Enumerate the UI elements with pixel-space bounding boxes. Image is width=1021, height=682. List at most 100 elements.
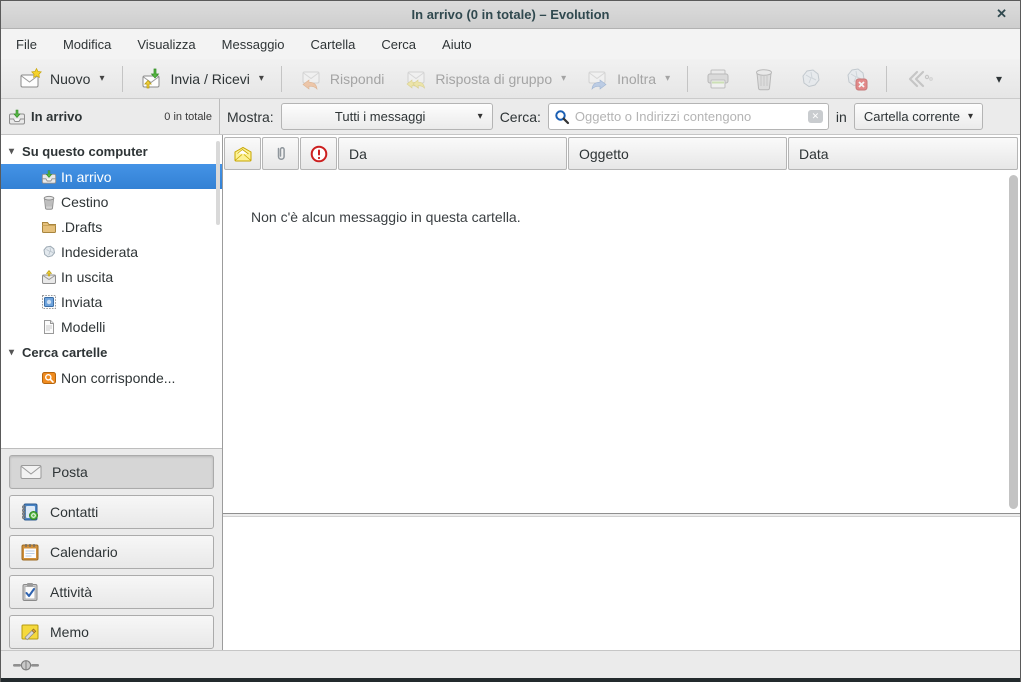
switcher-contacts-button[interactable]: Contatti bbox=[9, 495, 214, 529]
delete-button[interactable] bbox=[743, 62, 785, 96]
memo-icon bbox=[20, 622, 40, 642]
mail-icon bbox=[20, 464, 42, 480]
print-button[interactable] bbox=[697, 62, 739, 96]
previous-message-button[interactable] bbox=[896, 63, 942, 95]
message-list-scrollbar[interactable] bbox=[1009, 175, 1018, 509]
column-date[interactable]: Data bbox=[788, 137, 1018, 170]
toolbar-separator bbox=[886, 66, 887, 92]
contacts-icon bbox=[20, 502, 40, 522]
column-status[interactable] bbox=[224, 137, 261, 170]
empty-folder-message: Non c'è alcun messaggio in questa cartel… bbox=[251, 209, 1020, 225]
sidebar-item-label: In uscita bbox=[61, 269, 113, 285]
menu-cerca[interactable]: Cerca bbox=[368, 32, 429, 57]
sidebar: ▾ Su questo computer In arrivo Cestino .… bbox=[1, 135, 223, 650]
reply-label: Rispondi bbox=[330, 71, 384, 87]
sidebar-item-cestino[interactable]: Cestino bbox=[1, 189, 222, 214]
online-status-icon[interactable] bbox=[13, 658, 39, 672]
group-reply-label: Risposta di gruppo bbox=[435, 71, 552, 87]
not-junk-button[interactable] bbox=[835, 62, 877, 96]
sidebar-item-label: In arrivo bbox=[61, 169, 112, 185]
titlebar: In arrivo (0 in totale) – Evolution ✕ bbox=[1, 1, 1020, 29]
column-subject[interactable]: Oggetto bbox=[568, 137, 787, 170]
new-button[interactable]: Nuovo ▾ bbox=[9, 62, 115, 96]
sidebar-item-modelli[interactable]: Modelli bbox=[1, 314, 222, 339]
reply-button[interactable]: Rispondi bbox=[289, 62, 394, 96]
tree-group-this-computer[interactable]: ▾ Su questo computer bbox=[1, 138, 222, 164]
show-filter-combo[interactable]: Tutti i messaggi ▾ bbox=[281, 103, 493, 130]
sidebar-item-inviata[interactable]: Inviata bbox=[1, 289, 222, 314]
forward-label: Inoltra bbox=[617, 71, 656, 87]
search-input[interactable] bbox=[575, 109, 803, 124]
current-folder-indicator: In arrivo 0 in totale bbox=[1, 99, 220, 134]
folder-total-count: 0 in totale bbox=[164, 111, 212, 123]
tasks-icon bbox=[20, 582, 40, 602]
junk-button[interactable] bbox=[789, 62, 831, 96]
sidebar-item-non-corrisponde[interactable]: Non corrisponde... bbox=[1, 365, 222, 390]
menu-aiuto[interactable]: Aiuto bbox=[429, 32, 485, 57]
not-junk-icon bbox=[843, 66, 869, 92]
expander-icon[interactable]: ▾ bbox=[9, 146, 14, 157]
forward-button[interactable]: Inoltra ▾ bbox=[576, 62, 680, 96]
junk-icon bbox=[797, 66, 823, 92]
sidebar-item-in-uscita[interactable]: In uscita bbox=[1, 264, 222, 289]
column-from[interactable]: Da bbox=[338, 137, 567, 170]
switcher-tasks-button[interactable]: Attività bbox=[9, 575, 214, 609]
show-label: Mostra: bbox=[227, 109, 274, 125]
new-button-label: Nuovo bbox=[50, 71, 90, 87]
chevron-down-icon: ▾ bbox=[968, 111, 973, 122]
menu-modifica[interactable]: Modifica bbox=[50, 32, 124, 57]
menu-cartella[interactable]: Cartella bbox=[298, 32, 369, 57]
forward-dropdown-icon[interactable]: ▾ bbox=[665, 73, 670, 84]
window-title: In arrivo (0 in totale) – Evolution bbox=[412, 7, 610, 22]
search-scope-combo[interactable]: Cartella corrente ▾ bbox=[854, 103, 983, 130]
outbox-icon bbox=[41, 269, 57, 285]
send-receive-label: Invia / Ricevi bbox=[171, 71, 250, 87]
expander-icon[interactable]: ▾ bbox=[9, 347, 14, 358]
close-icon[interactable]: ✕ bbox=[996, 7, 1007, 20]
tree-group-search-folders[interactable]: ▾ Cerca cartelle bbox=[1, 339, 222, 365]
preview-pane bbox=[223, 517, 1020, 650]
switcher-memos-button[interactable]: Memo bbox=[9, 615, 214, 649]
toolbar-separator bbox=[687, 66, 688, 92]
sidebar-item-in-arrivo[interactable]: In arrivo bbox=[1, 164, 222, 189]
toolbar: Nuovo ▾ Invia / Ricevi ▾ Rispondi Rispos… bbox=[1, 59, 1020, 99]
sidebar-item-indesiderata[interactable]: Indesiderata bbox=[1, 239, 222, 264]
menu-file[interactable]: File bbox=[3, 32, 50, 57]
search-entry: ✕ bbox=[548, 103, 829, 130]
switcher-label: Attività bbox=[50, 584, 92, 600]
column-priority[interactable] bbox=[300, 137, 337, 170]
clear-search-icon[interactable]: ✕ bbox=[808, 110, 823, 123]
group-reply-button[interactable]: Risposta di gruppo ▾ bbox=[394, 62, 576, 96]
menu-visualizza[interactable]: Visualizza bbox=[124, 32, 208, 57]
send-receive-button[interactable]: Invia / Ricevi ▾ bbox=[130, 62, 274, 96]
scrollbar-thumb[interactable] bbox=[1009, 175, 1018, 509]
chevron-down-icon: ▾ bbox=[478, 111, 483, 122]
send-receive-dropdown-icon[interactable]: ▾ bbox=[259, 73, 264, 84]
switcher-label: Memo bbox=[50, 624, 89, 640]
column-attachment[interactable] bbox=[262, 137, 299, 170]
sidebar-item-drafts[interactable]: .Drafts bbox=[1, 214, 222, 239]
search-label: Cerca: bbox=[500, 109, 541, 125]
switcher-calendar-button[interactable]: Calendario bbox=[9, 535, 214, 569]
filter-bar: In arrivo 0 in totale Mostra: Tutti i me… bbox=[1, 99, 1020, 135]
search-folder-icon bbox=[41, 370, 57, 386]
switcher-mail-button[interactable]: Posta bbox=[9, 455, 214, 489]
evolution-window: In arrivo (0 in totale) – Evolution ✕ Fi… bbox=[0, 0, 1021, 682]
switcher-label: Posta bbox=[52, 464, 88, 480]
sidebar-item-label: Non corrisponde... bbox=[61, 370, 175, 386]
send-receive-icon bbox=[140, 67, 164, 91]
menu-messaggio[interactable]: Messaggio bbox=[209, 32, 298, 57]
folder-icon bbox=[41, 219, 57, 235]
window-body: ▾ Su questo computer In arrivo Cestino .… bbox=[1, 135, 1020, 650]
folder-tree: ▾ Su questo computer In arrivo Cestino .… bbox=[1, 135, 222, 448]
toolbar-overflow-icon[interactable]: ▾ bbox=[986, 72, 1012, 86]
message-status-icon bbox=[233, 146, 253, 162]
sidebar-scrollbar[interactable] bbox=[216, 141, 220, 225]
junk-icon bbox=[41, 244, 57, 260]
paperclip-icon bbox=[274, 145, 288, 163]
status-bar bbox=[1, 650, 1020, 678]
new-dropdown-icon[interactable]: ▾ bbox=[99, 73, 104, 84]
search-scope-value: Cartella corrente bbox=[864, 109, 960, 124]
inbox-icon bbox=[41, 169, 57, 185]
group-reply-dropdown-icon[interactable]: ▾ bbox=[561, 73, 566, 84]
